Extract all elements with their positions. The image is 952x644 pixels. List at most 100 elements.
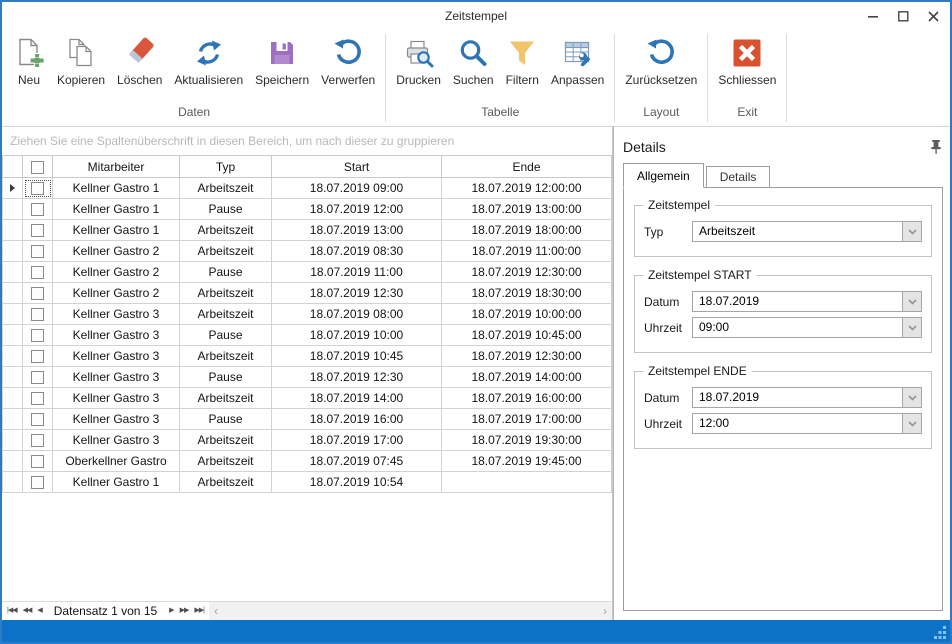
cell-typ[interactable]: Arbeitszeit	[180, 241, 272, 262]
select-all-checkbox[interactable]	[31, 161, 44, 174]
table-row[interactable]: Kellner Gastro 2 Arbeitszeit 18.07.2019 …	[3, 283, 612, 304]
table-row[interactable]: Kellner Gastro 3 Pause 18.07.2019 12:30 …	[3, 367, 612, 388]
select-all-cell[interactable]	[23, 156, 53, 178]
table-row[interactable]: Kellner Gastro 3 Arbeitszeit 18.07.2019 …	[3, 346, 612, 367]
pin-icon[interactable]	[929, 139, 943, 155]
column-header-mitarbeiter[interactable]: Mitarbeiter	[53, 156, 180, 178]
cell-start[interactable]: 18.07.2019 08:30	[272, 241, 442, 262]
column-header-ende[interactable]: Ende	[442, 156, 612, 178]
cell-ende[interactable]: 18.07.2019 13:00:00	[442, 199, 612, 220]
row-checkbox[interactable]	[31, 266, 44, 279]
row-checkbox[interactable]	[31, 308, 44, 321]
row-checkbox-cell[interactable]	[23, 220, 53, 241]
drucken-button[interactable]: Drucken	[390, 37, 447, 87]
cell-ende[interactable]: 18.07.2019 17:00:00	[442, 409, 612, 430]
cell-start[interactable]: 18.07.2019 07:45	[272, 451, 442, 472]
cell-mitarbeiter[interactable]: Kellner Gastro 3	[53, 409, 180, 430]
row-checkbox[interactable]	[31, 434, 44, 447]
cell-ende[interactable]: 18.07.2019 19:45:00	[442, 451, 612, 472]
table-row[interactable]: Kellner Gastro 2 Arbeitszeit 18.07.2019 …	[3, 241, 612, 262]
cell-typ[interactable]: Arbeitszeit	[180, 304, 272, 325]
ende-uhrzeit-picker[interactable]: 12:00	[692, 413, 922, 434]
cell-mitarbeiter[interactable]: Kellner Gastro 2	[53, 262, 180, 283]
column-header-typ[interactable]: Typ	[180, 156, 272, 178]
aktualisieren-button[interactable]: Aktualisieren	[168, 37, 249, 87]
row-checkbox[interactable]	[31, 224, 44, 237]
cell-start[interactable]: 18.07.2019 12:30	[272, 283, 442, 304]
cell-mitarbeiter[interactable]: Oberkellner Gastro	[53, 451, 180, 472]
cell-mitarbeiter[interactable]: Kellner Gastro 1	[53, 199, 180, 220]
cell-start[interactable]: 18.07.2019 12:00	[272, 199, 442, 220]
cell-ende[interactable]: 18.07.2019 12:30:00	[442, 346, 612, 367]
cell-start[interactable]: 18.07.2019 11:00	[272, 262, 442, 283]
cell-ende[interactable]: 18.07.2019 18:00:00	[442, 220, 612, 241]
row-checkbox-cell[interactable]	[23, 304, 53, 325]
table-row[interactable]: Kellner Gastro 3 Pause 18.07.2019 16:00 …	[3, 409, 612, 430]
last-record-button[interactable]: ▶▶|	[191, 602, 207, 620]
cell-ende[interactable]: 18.07.2019 19:30:00	[442, 430, 612, 451]
cell-start[interactable]: 18.07.2019 10:00	[272, 325, 442, 346]
cell-typ[interactable]: Arbeitszeit	[180, 220, 272, 241]
row-checkbox[interactable]	[31, 182, 44, 195]
cell-typ[interactable]: Arbeitszeit	[180, 472, 272, 493]
cell-start[interactable]: 18.07.2019 16:00	[272, 409, 442, 430]
group-by-panel[interactable]: Ziehen Sie eine Spaltenüberschrift in di…	[2, 127, 612, 155]
cell-mitarbeiter[interactable]: Kellner Gastro 2	[53, 283, 180, 304]
cell-typ[interactable]: Pause	[180, 262, 272, 283]
row-checkbox-cell[interactable]	[23, 241, 53, 262]
table-row[interactable]: Kellner Gastro 3 Pause 18.07.2019 10:00 …	[3, 325, 612, 346]
cell-start[interactable]: 18.07.2019 08:00	[272, 304, 442, 325]
typ-dropdown-button[interactable]	[902, 222, 921, 241]
next-record-button[interactable]: ▶	[166, 602, 176, 620]
table-row[interactable]: Kellner Gastro 3 Arbeitszeit 18.07.2019 …	[3, 304, 612, 325]
zuruecksetzen-button[interactable]: Zurücksetzen	[619, 37, 703, 87]
ende-uhrzeit-dropdown-button[interactable]	[902, 414, 921, 433]
row-checkbox[interactable]	[31, 329, 44, 342]
row-checkbox-cell[interactable]	[23, 472, 53, 493]
cell-typ[interactable]: Arbeitszeit	[180, 178, 272, 199]
table-row[interactable]: Kellner Gastro 1 Arbeitszeit 18.07.2019 …	[3, 178, 612, 199]
cell-mitarbeiter[interactable]: Kellner Gastro 1	[53, 178, 180, 199]
ende-datum-dropdown-button[interactable]	[902, 388, 921, 407]
scroll-left-icon[interactable]: ‹	[209, 602, 223, 620]
start-uhrzeit-dropdown-button[interactable]	[902, 318, 921, 337]
schliessen-button[interactable]: Schliessen	[712, 37, 782, 87]
start-datum-dropdown-button[interactable]	[902, 292, 921, 311]
prev-record-button[interactable]: ◀	[34, 602, 44, 620]
cell-mitarbeiter[interactable]: Kellner Gastro 3	[53, 430, 180, 451]
cell-ende[interactable]: 18.07.2019 18:30:00	[442, 283, 612, 304]
cell-start[interactable]: 18.07.2019 09:00	[272, 178, 442, 199]
cell-typ[interactable]: Arbeitszeit	[180, 283, 272, 304]
cell-mitarbeiter[interactable]: Kellner Gastro 1	[53, 220, 180, 241]
row-checkbox-cell[interactable]	[23, 367, 53, 388]
table-row[interactable]: Kellner Gastro 3 Arbeitszeit 18.07.2019 …	[3, 430, 612, 451]
cell-mitarbeiter[interactable]: Kellner Gastro 2	[53, 241, 180, 262]
row-checkbox[interactable]	[31, 392, 44, 405]
table-row[interactable]: Kellner Gastro 3 Arbeitszeit 18.07.2019 …	[3, 388, 612, 409]
row-checkbox[interactable]	[31, 245, 44, 258]
row-checkbox[interactable]	[31, 455, 44, 468]
prev-page-button[interactable]: ◀◀	[20, 602, 35, 620]
cell-mitarbeiter[interactable]: Kellner Gastro 3	[53, 388, 180, 409]
cell-start[interactable]: 18.07.2019 13:00	[272, 220, 442, 241]
cell-typ[interactable]: Pause	[180, 199, 272, 220]
cell-mitarbeiter[interactable]: Kellner Gastro 3	[53, 367, 180, 388]
cell-typ[interactable]: Arbeitszeit	[180, 388, 272, 409]
start-uhrzeit-picker[interactable]: 09:00	[692, 317, 922, 338]
cell-mitarbeiter[interactable]: Kellner Gastro 1	[53, 472, 180, 493]
cell-ende[interactable]	[442, 472, 612, 493]
row-checkbox-cell[interactable]	[23, 346, 53, 367]
row-checkbox-cell[interactable]	[23, 451, 53, 472]
first-record-button[interactable]: |◀◀	[4, 602, 20, 620]
cell-mitarbeiter[interactable]: Kellner Gastro 3	[53, 346, 180, 367]
row-checkbox[interactable]	[31, 371, 44, 384]
cell-ende[interactable]: 18.07.2019 16:00:00	[442, 388, 612, 409]
resize-grip-icon[interactable]	[934, 626, 947, 639]
cell-typ[interactable]: Arbeitszeit	[180, 346, 272, 367]
neu-button[interactable]: Neu	[7, 37, 51, 87]
table-row[interactable]: Oberkellner Gastro Arbeitszeit 18.07.201…	[3, 451, 612, 472]
kopieren-button[interactable]: Kopieren	[51, 37, 111, 87]
cell-mitarbeiter[interactable]: Kellner Gastro 3	[53, 325, 180, 346]
cell-ende[interactable]: 18.07.2019 14:00:00	[442, 367, 612, 388]
cell-ende[interactable]: 18.07.2019 10:00:00	[442, 304, 612, 325]
